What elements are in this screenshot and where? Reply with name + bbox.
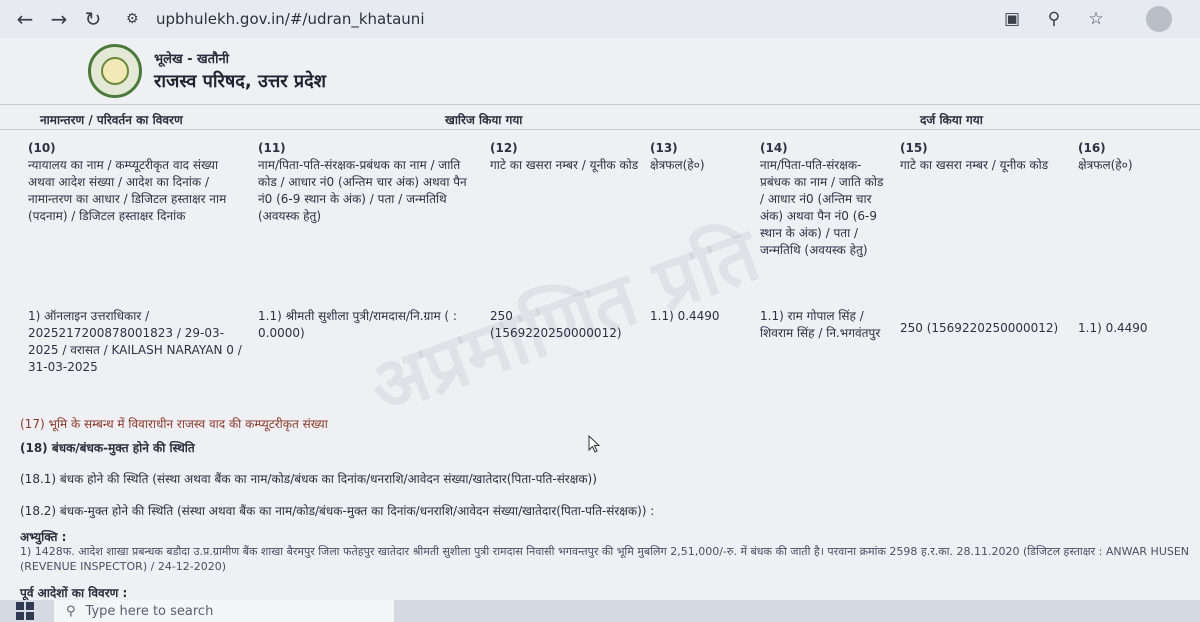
star-icon[interactable]: ☆ [1084, 7, 1108, 31]
zoom-icon[interactable]: ⚲ [1042, 7, 1066, 31]
profile-icon[interactable] [1146, 6, 1172, 32]
windows-start-icon[interactable] [16, 602, 40, 620]
page-content: भूलेख - खतौनी राजस्व परिषद, उत्तर प्रदेश… [0, 38, 1200, 600]
taskbar-search-input[interactable]: ⚲ Type here to search [54, 600, 394, 622]
column-header-16: (16) क्षेत्रफल(हे०) [1078, 141, 1133, 172]
search-placeholder: Type here to search [85, 603, 214, 619]
search-icon: ⚲ [66, 603, 76, 619]
reload-icon[interactable]: ↻ [76, 4, 110, 34]
government-seal-icon [88, 44, 142, 98]
section-18-1-label: (18.1) बंधक होने की स्थिति (संस्था अथवा … [20, 472, 597, 486]
cell-c15: 250 (1569220250000012) [900, 321, 1059, 335]
section-18-label: (18) बंधक/बंधक-मुक्त होने की स्थिति [20, 441, 195, 455]
address-bar[interactable]: ⚙ upbhulekh.gov.in/#/udran_khatauni [118, 4, 1000, 34]
column-header-14: (14) नाम/पिता-पति-संरक्षक-प्रबंधक का नाम … [760, 141, 884, 257]
cell-c12: 250 (1569220250000012) [490, 309, 622, 340]
table-group-header: नामान्तरण / परिवर्तन का विवरण खारिज किया… [0, 104, 1200, 130]
page-subtitle: भूलेख - खतौनी [154, 52, 230, 67]
group-header-mutation: नामान्तरण / परिवर्तन का विवरण [40, 113, 183, 127]
remarks-text: 1) 1428फ. आदेश शाखा प्रबन्धक बडौदा उ.प्र… [20, 545, 1190, 573]
translate-icon[interactable]: ▣ [1000, 7, 1024, 31]
site-info-icon[interactable]: ⚙ [126, 11, 148, 27]
forward-arrow-icon[interactable]: → [42, 4, 76, 34]
section-18-2-label: (18.2) बंधक-मुक्त होने की स्थिति (संस्था… [20, 504, 655, 518]
column-header-15: (15) गाटे का खसरा नम्बर / यूनीक कोड [900, 141, 1049, 172]
column-header-12: (12) गाटे का खसरा नम्बर / यूनीक कोड [490, 141, 639, 172]
column-header-13: (13) क्षेत्रफल(हे०) [650, 141, 705, 172]
back-arrow-icon[interactable]: ← [8, 4, 42, 34]
browser-toolbar: ← → ↻ ⚙ upbhulekh.gov.in/#/udran_khataun… [0, 0, 1200, 38]
column-header-11: (11) नाम/पिता-पति-संरक्षक-प्रबंधक का नाम … [258, 141, 467, 223]
cell-c16: 1.1) 0.4490 [1078, 321, 1148, 335]
mouse-cursor-icon [588, 435, 600, 453]
section-17-label: (17) भूमि के सम्बन्ध में विवाराधीन राजस्… [20, 417, 328, 431]
group-header-entered: दर्ज किया गया [920, 113, 983, 127]
remarks-heading: अभ्युक्ति : [20, 530, 67, 544]
previous-orders-heading: पूर्व आदेशों का विवरण : [20, 586, 128, 600]
windows-taskbar: ⚲ Type here to search [0, 600, 1200, 622]
group-header-removed: खारिज किया गया [445, 113, 523, 127]
page-header: भूलेख - खतौनी राजस्व परिषद, उत्तर प्रदेश [88, 44, 326, 98]
cell-c10: 1) ऑनलाइन उत्तराधिकार / 2025217200878001… [28, 309, 242, 374]
cell-c14: 1.1) राम गोपाल सिंह / शिवराम सिंह / नि.भ… [760, 309, 881, 340]
cell-c11: 1.1) श्रीमती सुशीला पुत्री/रामदास/नि.ग्र… [258, 309, 457, 340]
url-text: upbhulekh.gov.in/#/udran_khatauni [156, 10, 425, 28]
page-title: राजस्व परिषद, उत्तर प्रदेश [154, 71, 326, 92]
column-header-10: (10) न्यायालय का नाम / कम्प्यूटरीकृत वाद … [28, 141, 227, 223]
cell-c13: 1.1) 0.4490 [650, 309, 720, 323]
